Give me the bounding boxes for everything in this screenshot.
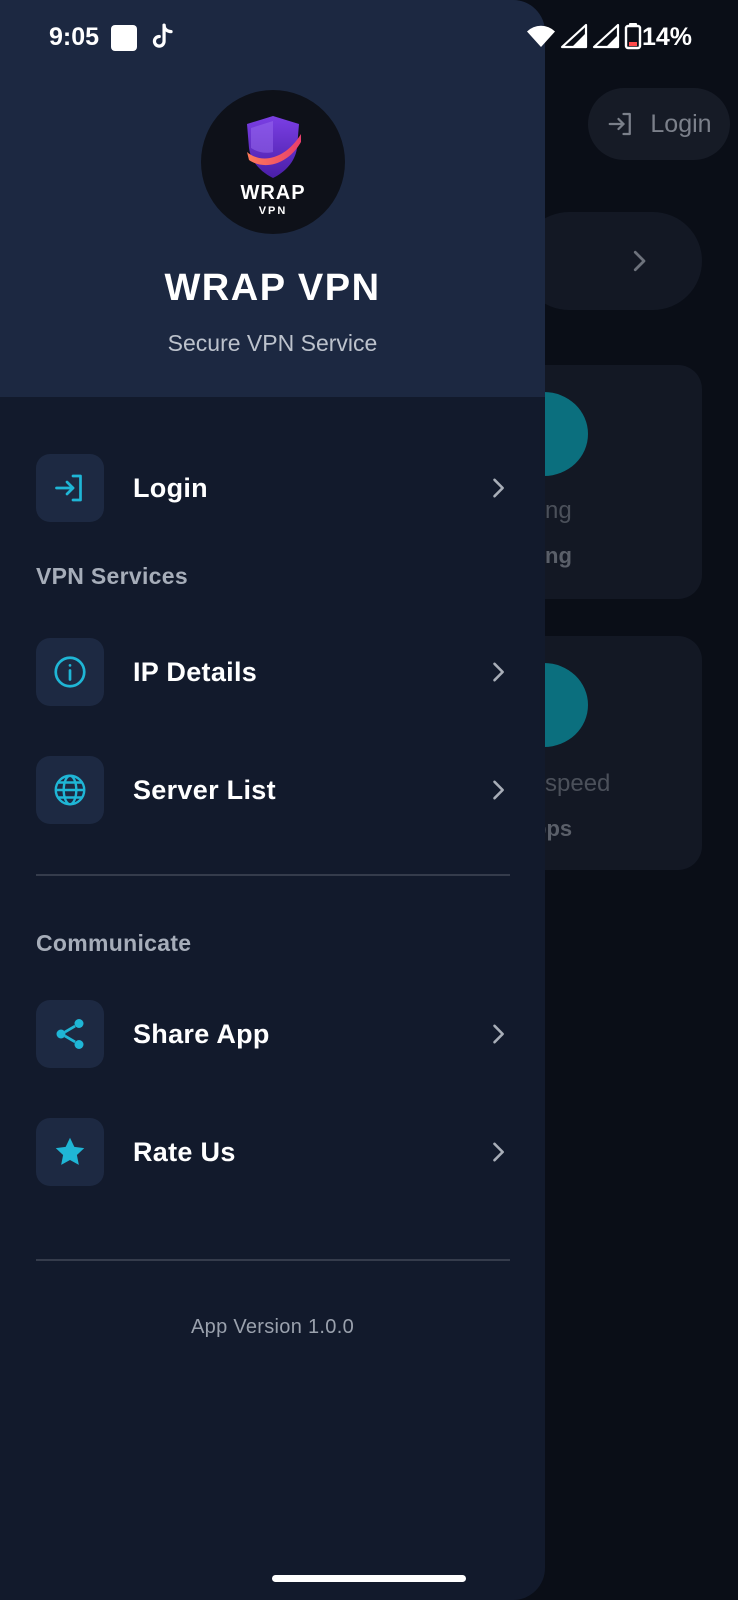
status-time: 9:05 xyxy=(49,23,100,51)
background-server-pill xyxy=(520,212,702,310)
menu-item-ip-details[interactable]: IP Details xyxy=(36,638,512,706)
share-icon xyxy=(56,1019,84,1049)
login-icon xyxy=(55,474,82,502)
background-login-button: Login xyxy=(588,88,730,160)
menu-item-label: IP Details xyxy=(133,656,258,687)
home-indicator[interactable] xyxy=(272,1575,466,1582)
menu-item-label: Share App xyxy=(133,1018,270,1049)
chevron-right-icon xyxy=(493,478,504,498)
info-icon xyxy=(54,656,86,688)
share-icon-box xyxy=(36,1000,104,1068)
menu-item-server-list[interactable]: Server List xyxy=(36,756,512,824)
navigation-drawer: WRAP VPN WRAP VPN Secure VPN Service Log… xyxy=(0,0,545,1600)
star-icon xyxy=(55,1137,85,1165)
logo-wordmark: WRAP xyxy=(240,182,306,204)
info-icon-box xyxy=(36,638,104,706)
logo-subword: VPN xyxy=(258,205,288,217)
wifi-icon xyxy=(527,25,555,47)
divider xyxy=(36,1259,510,1261)
menu-item-label: Server List xyxy=(133,774,276,805)
chevron-right-icon xyxy=(633,250,646,272)
star-icon-box xyxy=(36,1118,104,1186)
background-login-label: Login xyxy=(650,109,712,138)
chevron-right-icon xyxy=(493,1024,504,1044)
menu-item-rate-us[interactable]: Rate Us xyxy=(36,1118,512,1186)
status-bar: 9:05 14% xyxy=(0,0,738,76)
login-icon-box xyxy=(36,454,104,522)
notification-square-icon xyxy=(111,25,137,51)
menu-item-label: Rate Us xyxy=(133,1136,236,1167)
status-icons xyxy=(526,22,642,50)
shield-icon xyxy=(247,116,301,178)
battery-icon xyxy=(624,23,642,50)
globe-icon-box xyxy=(36,756,104,824)
chevron-right-icon xyxy=(493,780,504,800)
divider xyxy=(36,874,510,876)
app-version: App Version 1.0.0 xyxy=(191,1316,354,1338)
menu-item-label: Login xyxy=(133,472,208,503)
menu-item-share-app[interactable]: Share App xyxy=(36,1000,512,1068)
background-card1-value: ng xyxy=(545,543,572,568)
section-label-vpn-services: VPN Services xyxy=(36,563,188,589)
globe-icon xyxy=(54,774,86,806)
signal-icon xyxy=(560,23,588,49)
chevron-right-icon xyxy=(493,1142,504,1162)
app-subtitle: Secure VPN Service xyxy=(167,330,378,356)
app-logo: WRAP VPN xyxy=(201,90,345,234)
chevron-right-icon xyxy=(493,662,504,682)
menu-item-login[interactable]: Login xyxy=(36,454,512,522)
tiktok-icon xyxy=(152,23,173,48)
background-card1-label: ng xyxy=(545,497,572,524)
section-label-communicate: Communicate xyxy=(36,930,192,956)
signal-icon xyxy=(592,23,620,49)
app-title: WRAP VPN xyxy=(164,267,381,309)
login-icon xyxy=(609,112,632,136)
battery-percent: 14% xyxy=(642,23,693,51)
